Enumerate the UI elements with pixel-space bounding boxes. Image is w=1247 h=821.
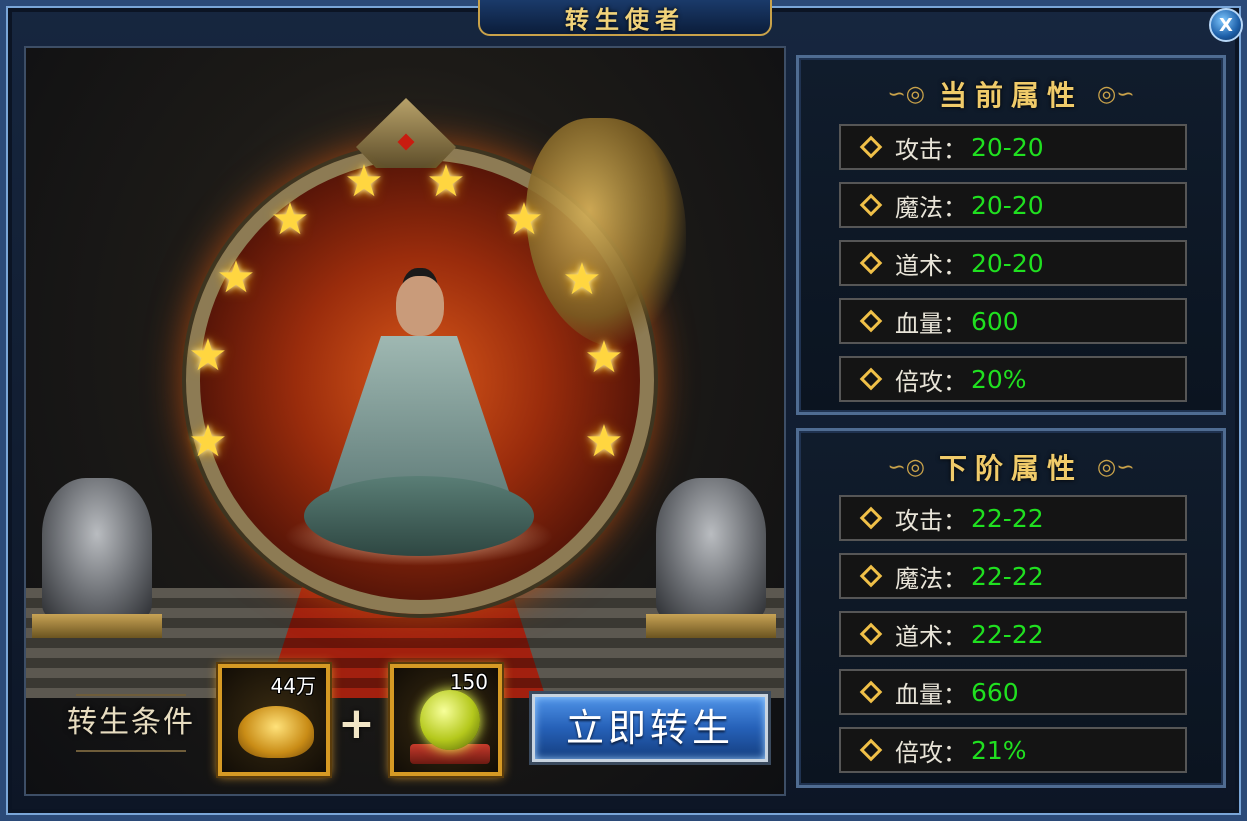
orb-item-slot[interactable]: 150 [390,664,502,776]
diamond-icon [859,506,883,530]
diamond-icon [859,738,883,762]
panel-header: ∽◎ 下阶属性 ◎∽ [799,445,1223,489]
attribute-value: 22-22 [971,503,1044,533]
gold-item-slot[interactable]: 44万 [218,664,330,776]
ornament-icon: ∽◎ [887,454,925,480]
diamond-icon [859,367,883,391]
panel-title: 下阶属性 [938,452,1083,485]
diamond-icon [859,251,883,275]
attribute-value: 20-20 [971,248,1044,278]
current-attributes-panel: ∽◎ 当前属性 ◎∽ 攻击： 20-20 魔法： 20-20 道术： 20-20… [796,55,1226,415]
star-icon: ★ [188,330,228,381]
attribute-value: 20-20 [971,190,1044,220]
attribute-label: 倍攻： [895,367,967,396]
star-icon: ★ [188,416,228,467]
panel-header: ∽◎ 当前属性 ◎∽ [799,72,1223,116]
meditating-character [284,276,554,596]
lion-statue-left [32,478,162,638]
attribute-label: 血量： [895,680,967,709]
next-attributes-panel: ∽◎ 下阶属性 ◎∽ 攻击： 22-22 魔法： 22-22 道术： 22-22… [796,428,1226,788]
ornament-icon: ◎∽ [1097,81,1135,107]
attribute-label: 血量： [895,309,967,338]
attribute-row: 道术： 22-22 [839,611,1187,657]
attribute-label: 攻击： [895,506,967,535]
attribute-value: 20-20 [971,132,1044,162]
attribute-label: 魔法： [895,193,967,222]
attribute-value: 600 [971,306,1019,336]
attribute-row: 倍攻： 20% [839,356,1187,402]
star-icon: ★ [216,252,256,303]
gold-count: 44万 [270,674,316,698]
attribute-label: 魔法： [895,564,967,593]
panel-title: 当前属性 [938,79,1083,112]
rebirth-now-button[interactable]: 立即转生 [532,694,768,762]
close-button[interactable]: X [1209,8,1243,42]
attribute-row: 血量： 600 [839,298,1187,344]
attribute-value: 660 [971,677,1019,707]
star-icon: ★ [584,332,624,383]
star-icon: ★ [562,254,602,305]
star-icon: ★ [584,416,624,467]
rebirth-conditions: 转生条件 44万 + 150 立即转生 [24,652,782,792]
attribute-row: 魔法： 22-22 [839,553,1187,599]
diamond-icon [859,309,883,333]
attribute-row: 道术： 20-20 [839,240,1187,286]
diamond-icon [859,135,883,159]
lion-statue-right [646,478,776,638]
star-icon: ★ [344,156,384,207]
attribute-row: 攻击： 20-20 [839,124,1187,170]
attribute-value: 20% [971,364,1027,394]
attribute-label: 倍攻： [895,738,967,767]
attribute-label: 道术： [895,251,967,280]
attribute-value: 22-22 [971,619,1044,649]
attribute-value: 21% [971,735,1027,765]
attribute-value: 22-22 [971,561,1044,591]
star-icon: ★ [504,194,544,245]
attribute-row: 攻击： 22-22 [839,495,1187,541]
window-title: 转生使者 [478,0,772,36]
gold-ingot-icon [238,706,314,758]
ornament-icon: ◎∽ [1097,454,1135,480]
rebirth-orb-icon [420,690,480,750]
diamond-icon [859,193,883,217]
plus-icon: + [338,698,375,749]
diamond-icon [859,622,883,646]
attribute-row: 魔法： 20-20 [839,182,1187,228]
orb-count: 150 [449,670,488,694]
conditions-label: 转生条件 [56,694,206,752]
star-icon: ★ [426,156,466,207]
attribute-row: 倍攻： 21% [839,727,1187,773]
attribute-label: 道术： [895,622,967,651]
ornament-icon: ∽◎ [887,81,925,107]
diamond-icon [859,564,883,588]
attribute-label: 攻击： [895,135,967,164]
diamond-icon [859,680,883,704]
star-icon: ★ [270,194,310,245]
attribute-row: 血量： 660 [839,669,1187,715]
